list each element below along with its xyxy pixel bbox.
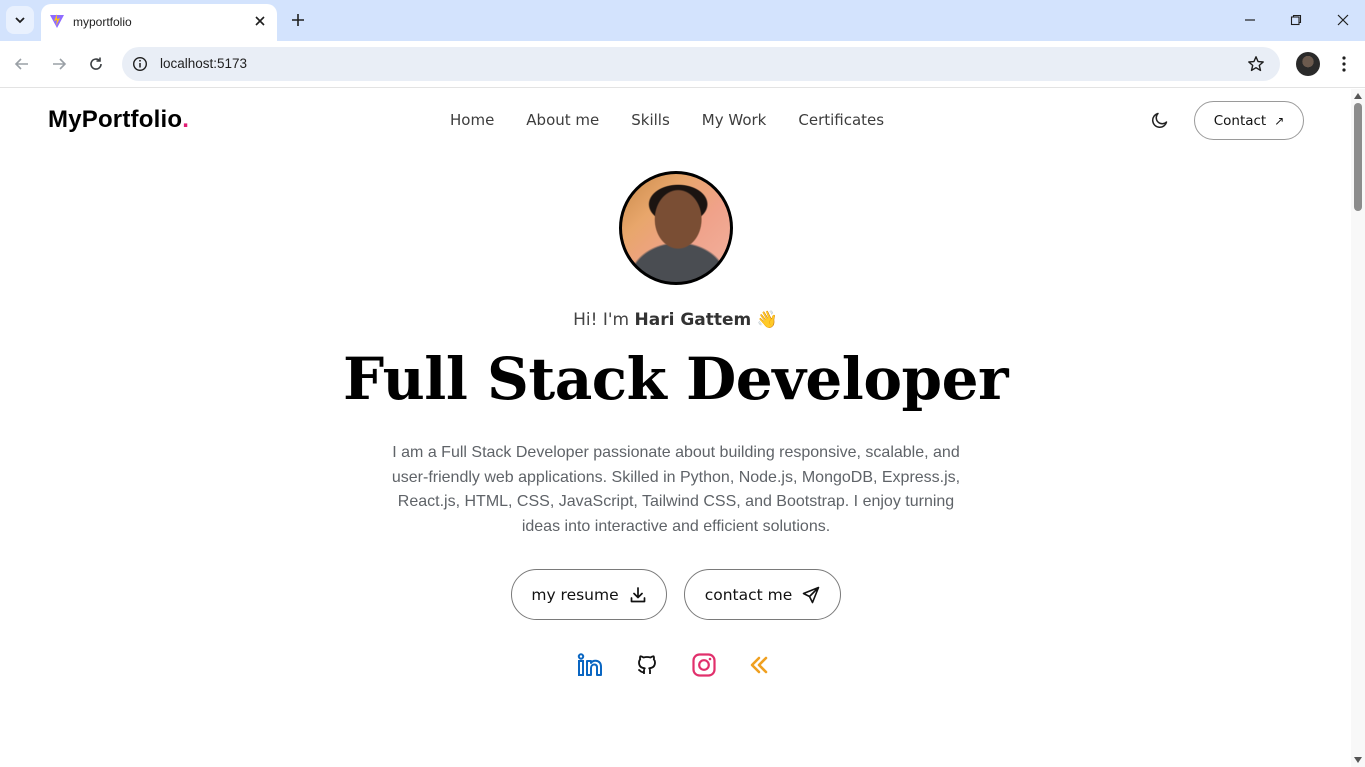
site-info-button[interactable]	[130, 54, 150, 74]
instagram-icon	[692, 653, 716, 677]
browser-tab-strip: myportfolio	[0, 0, 1365, 41]
browser-menu-button[interactable]	[1332, 52, 1356, 76]
address-bar[interactable]: localhost:5173	[122, 47, 1280, 81]
tab-close-button[interactable]	[251, 12, 269, 30]
back-button[interactable]	[10, 52, 34, 76]
scroll-up-arrow[interactable]	[1354, 93, 1362, 99]
close-icon	[255, 16, 265, 26]
tab-title: myportfolio	[73, 15, 132, 29]
linkedin-icon	[577, 653, 602, 676]
restore-icon	[1290, 14, 1302, 26]
profile-photo	[619, 171, 733, 285]
github-link[interactable]	[634, 652, 660, 678]
logo-text: MyPortfolio	[48, 106, 183, 133]
nav-home[interactable]: Home	[450, 111, 494, 129]
main-nav: Home About me Skills My Work Certificate…	[450, 111, 916, 129]
contact-label: Contact	[1213, 112, 1267, 129]
nav-my-work[interactable]: My Work	[702, 111, 767, 129]
scroll-thumb[interactable]	[1354, 103, 1362, 211]
profile-avatar[interactable]	[1296, 52, 1320, 76]
arrow-left-icon	[14, 58, 28, 70]
hero-name: Hari Gattem	[634, 310, 752, 330]
star-icon	[1248, 56, 1264, 72]
new-tab-button[interactable]	[287, 9, 309, 31]
header-contact-button[interactable]: Contact ↗	[1194, 101, 1304, 140]
logo-dot: .	[182, 106, 190, 133]
arrow-up-right-icon: ↗	[1274, 113, 1285, 128]
greeting-prefix: Hi! I'm	[573, 310, 630, 330]
theme-toggle-button[interactable]	[1150, 110, 1170, 130]
leetcode-icon	[750, 656, 768, 674]
download-icon	[630, 586, 646, 602]
nav-certificates[interactable]: Certificates	[798, 111, 884, 129]
minimize-icon	[1245, 19, 1255, 21]
restore-button[interactable]	[1284, 8, 1308, 32]
window-close-button[interactable]	[1331, 8, 1355, 32]
hero-headline: Full Stack Developer	[342, 345, 1009, 413]
close-icon	[1337, 14, 1349, 26]
arrow-right-icon	[53, 58, 67, 70]
resume-label: my resume	[531, 585, 619, 604]
linkedin-link[interactable]	[577, 652, 603, 678]
page-scrollbar[interactable]	[1351, 89, 1365, 767]
leetcode-link[interactable]	[747, 652, 773, 678]
scroll-down-arrow[interactable]	[1354, 757, 1362, 763]
resume-button[interactable]: my resume	[511, 569, 667, 620]
vite-favicon-icon	[50, 14, 64, 28]
hero-greeting: Hi! I'm Hari Gattem 👋	[0, 310, 1351, 330]
reload-icon	[90, 57, 102, 70]
bookmark-button[interactable]	[1246, 54, 1266, 74]
nav-skills[interactable]: Skills	[631, 111, 670, 129]
reload-button[interactable]	[84, 52, 108, 76]
more-vert-icon	[1342, 56, 1346, 72]
minimize-button[interactable]	[1238, 8, 1262, 32]
portfolio-page: MyPortfolio. Home About me Skills My Wor…	[0, 89, 1351, 767]
site-logo[interactable]: MyPortfolio.	[48, 106, 189, 134]
send-icon	[802, 586, 820, 603]
github-icon	[638, 655, 656, 674]
active-tab[interactable]: myportfolio	[41, 4, 277, 41]
instagram-link[interactable]	[691, 652, 717, 678]
plus-icon	[292, 14, 304, 26]
moon-icon	[1152, 112, 1168, 128]
url-text: localhost:5173	[160, 56, 248, 71]
browser-toolbar: localhost:5173	[0, 41, 1365, 88]
forward-button[interactable]	[47, 52, 71, 76]
chevron-down-icon	[15, 17, 25, 24]
info-icon	[132, 56, 148, 72]
contact-me-button[interactable]: contact me	[684, 569, 841, 620]
contact-me-label: contact me	[704, 585, 793, 604]
tab-search-button[interactable]	[6, 6, 34, 34]
waving-hand-icon: 👋	[756, 310, 778, 330]
nav-about-me[interactable]: About me	[526, 111, 599, 129]
hero-intro: I am a Full Stack Developer passionate a…	[391, 444, 961, 535]
